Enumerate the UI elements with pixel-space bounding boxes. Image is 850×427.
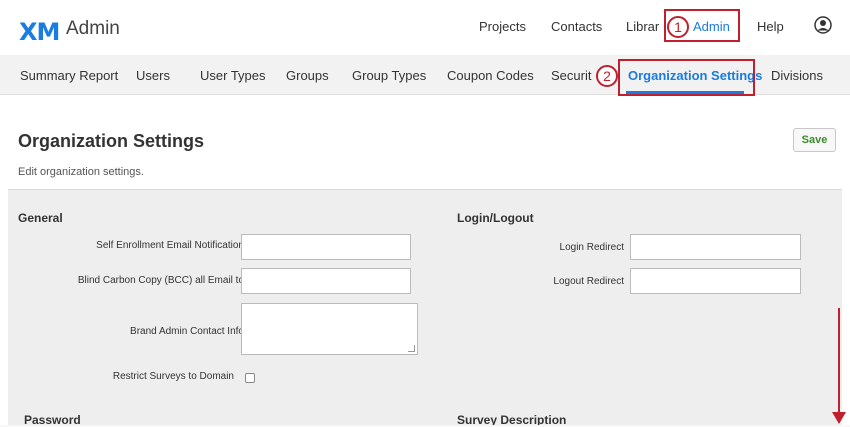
self-enrollment-label: Self Enrollment Email Notification — [96, 240, 244, 251]
annotation-step-1: 1 — [667, 16, 689, 38]
nav-library[interactable]: Librar — [626, 19, 659, 34]
page-title: Organization Settings — [18, 131, 205, 151]
self-enrollment-input[interactable] — [241, 234, 411, 260]
nav-contacts[interactable]: Contacts — [551, 19, 602, 34]
nav-help[interactable]: Help — [757, 19, 784, 34]
tab-group-types[interactable]: Group Types — [352, 68, 426, 83]
login-redirect-input[interactable] — [630, 234, 801, 260]
user-circle-icon[interactable] — [814, 16, 832, 34]
bcc-email-label: Blind Carbon Copy (BCC) all Email to — [77, 275, 244, 286]
tab-users[interactable]: Users — [136, 68, 170, 83]
logout-redirect-label: Logout Redirect — [553, 276, 624, 287]
brand-admin-contact-label: Brand Admin Contact Info — [130, 326, 244, 337]
annotation-step-2: 2 — [596, 65, 618, 87]
down-arrow-head-icon — [832, 412, 846, 424]
page-subtitle: Edit organization settings. — [18, 166, 144, 178]
section-general-title: General — [18, 211, 63, 225]
tab-coupon-codes[interactable]: Coupon Codes — [447, 68, 534, 83]
tab-groups[interactable]: Groups — [286, 68, 329, 83]
app-title: Admin — [66, 18, 120, 39]
tab-divisions[interactable]: Divisions — [771, 68, 823, 83]
save-button[interactable]: Save — [793, 128, 836, 152]
settings-panel: General Self Enrollment Email Notificati… — [8, 189, 842, 427]
login-redirect-label: Login Redirect — [559, 242, 624, 253]
bcc-email-input[interactable] — [241, 268, 411, 294]
restrict-surveys-label: Restrict Surveys to Domain — [112, 371, 234, 382]
tab-security[interactable]: Securit — [551, 68, 591, 83]
annotation-box-org-settings — [618, 59, 755, 96]
resize-grip-icon[interactable] — [408, 345, 415, 352]
xm-logo[interactable]: XM — [19, 18, 60, 46]
brand-admin-contact-textarea[interactable] — [241, 303, 418, 355]
section-login-logout-title: Login/Logout — [457, 211, 534, 225]
logout-redirect-input[interactable] — [630, 268, 801, 294]
restrict-surveys-checkbox[interactable] — [245, 373, 255, 383]
tab-user-types[interactable]: User Types — [200, 68, 266, 83]
tab-summary-report[interactable]: Summary Report — [20, 68, 118, 83]
down-arrow-icon — [838, 308, 840, 418]
nav-projects[interactable]: Projects — [479, 19, 526, 34]
